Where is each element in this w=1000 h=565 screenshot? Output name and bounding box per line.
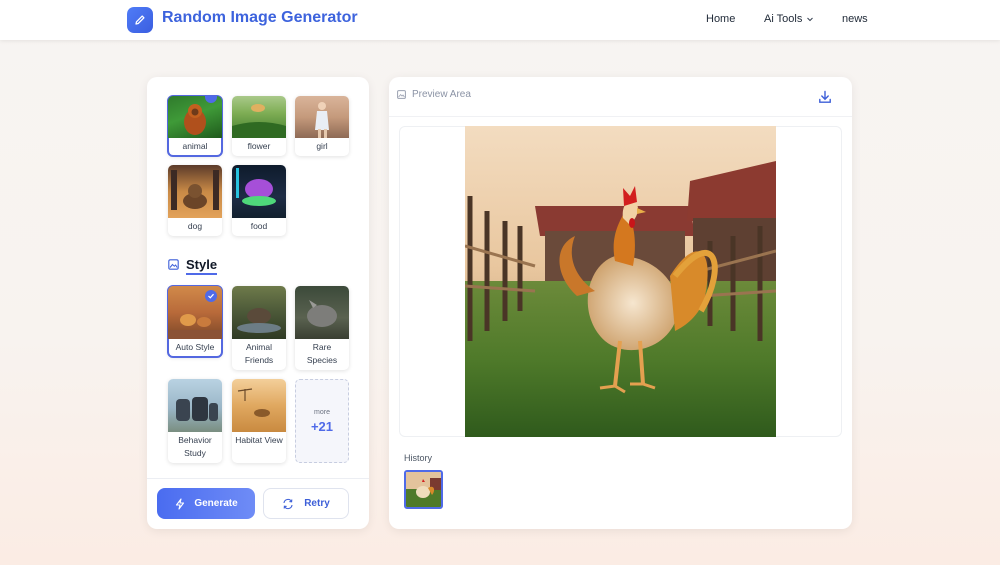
nav-news[interactable]: news [842, 13, 868, 25]
panel-divider [147, 478, 369, 479]
lightning-icon [176, 497, 185, 510]
style-card-habitat-view[interactable]: Habitat View [232, 379, 286, 463]
generate-label: Generate [194, 498, 238, 509]
subject-card-girl[interactable]: girl [295, 96, 349, 156]
style-card-auto-style[interactable]: Auto Style [167, 285, 223, 358]
subject-label: girl [316, 141, 328, 151]
subject-label: flower [247, 141, 271, 151]
preview-divider [389, 116, 852, 117]
animal-friends-thumbnail [232, 286, 286, 339]
image-icon [168, 259, 179, 270]
history-label: History [404, 453, 433, 463]
check-icon [205, 290, 217, 302]
subject-card-flower[interactable]: flower [232, 96, 286, 156]
preview-title: Preview Area [412, 89, 471, 100]
nav-ai-tools[interactable]: Ai Tools [764, 13, 814, 25]
more-count: +21 [310, 418, 334, 434]
style-card-behavior-study[interactable]: Behavior Study [168, 379, 222, 463]
subject-label: food [250, 221, 268, 231]
style-label: Behavior Study [178, 435, 212, 458]
style-card-rare-species[interactable]: Rare Species [295, 286, 349, 370]
subject-card-dog[interactable]: dog [168, 165, 222, 236]
preview-header: Preview Area [397, 89, 471, 100]
behavior-study-thumbnail [168, 379, 222, 432]
pencil-logo-icon[interactable] [127, 7, 153, 33]
style-label: Habitat View [235, 435, 283, 445]
style-label: Rare Species [306, 342, 338, 365]
generate-button[interactable]: Generate [157, 488, 255, 519]
nav-ai-tools-label: Ai Tools [764, 13, 803, 25]
nav-home[interactable]: Home [706, 13, 735, 25]
download-icon[interactable] [817, 89, 833, 105]
style-card-animal-friends[interactable]: Animal Friends [232, 286, 286, 370]
style-heading: Style [186, 257, 218, 275]
auto-style-thumbnail [168, 286, 222, 339]
subject-label: dog [187, 221, 203, 231]
more-styles-button[interactable]: more +21 [295, 379, 349, 463]
refresh-icon [283, 498, 293, 509]
dog-thumbnail [168, 165, 222, 218]
orangutan-thumbnail [168, 96, 222, 138]
rooster-preview-image [465, 126, 776, 437]
subject-card-food[interactable]: food [232, 165, 286, 236]
subject-label: animal [182, 141, 208, 151]
rare-species-thumbnail [295, 286, 349, 339]
retry-label: Retry [304, 498, 330, 509]
girl-thumbnail [295, 96, 349, 138]
habitat-view-thumbnail [232, 379, 286, 432]
brand-title[interactable]: Random Image Generator [162, 9, 358, 27]
meadow-thumbnail [232, 96, 286, 138]
food-thumbnail [232, 165, 286, 218]
retry-button[interactable]: Retry [263, 488, 349, 519]
subject-card-animal[interactable]: animal [167, 95, 223, 157]
chevron-down-icon [807, 17, 814, 22]
style-label: Auto Style [175, 342, 215, 352]
image-icon [397, 90, 406, 99]
style-label: Animal Friends [244, 342, 274, 365]
top-navbar: Random Image Generator Home Ai Tools new… [0, 0, 1000, 40]
more-label: more [314, 408, 330, 416]
history-thumbnail[interactable] [404, 470, 443, 509]
